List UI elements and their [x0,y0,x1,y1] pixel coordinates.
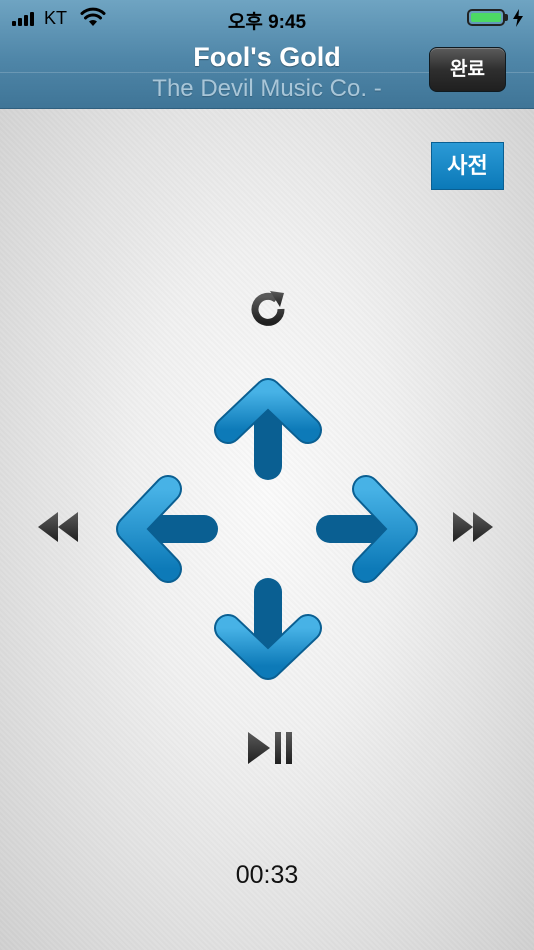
header: KT 오후 9:45 Fool's Gold The Devil Music C… [0,0,534,109]
remote-screen: KT 오후 9:45 Fool's Gold The Devil Music C… [0,0,534,950]
elapsed-time: 00:33 [235,861,299,889]
dictionary-button[interactable]: 사전 [431,142,504,190]
rewind-icon[interactable] [36,510,80,544]
arrow-down-icon[interactable] [214,576,322,680]
charging-icon [513,9,523,27]
done-button[interactable]: 완료 [429,47,506,92]
battery-tip [505,14,508,21]
fast-forward-icon[interactable] [451,510,495,544]
arrow-left-icon[interactable] [116,475,220,583]
arrow-right-icon[interactable] [314,475,418,583]
battery-icon [467,9,505,26]
status-time: 오후 9:45 [227,12,307,33]
play-pause-icon[interactable] [246,730,296,766]
arrow-up-icon[interactable] [214,378,322,482]
refresh-icon[interactable] [246,287,290,331]
status-bar: KT 오후 9:45 [0,0,534,36]
